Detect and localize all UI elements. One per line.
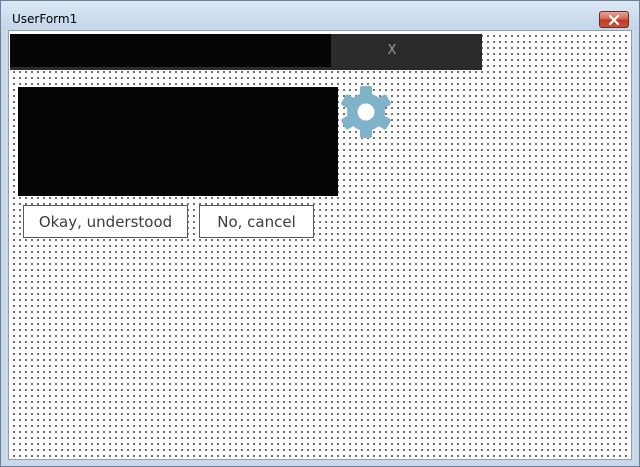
title-bar[interactable]: UserForm1 [1, 1, 639, 30]
okay-understood-button[interactable]: Okay, understood [23, 205, 188, 238]
header-label-area [10, 34, 331, 67]
userform-window: UserForm1 X Okay, understood No, cancel [0, 0, 640, 467]
window-title: UserForm1 [12, 12, 78, 26]
message-area [18, 87, 338, 196]
form-canvas: X Okay, understood No, cancel [8, 30, 632, 460]
gear-icon[interactable] [338, 84, 394, 140]
close-x-icon [608, 14, 620, 25]
window-close-button[interactable] [599, 11, 629, 28]
no-cancel-button[interactable]: No, cancel [199, 205, 314, 238]
header-close-button[interactable]: X [330, 34, 454, 67]
